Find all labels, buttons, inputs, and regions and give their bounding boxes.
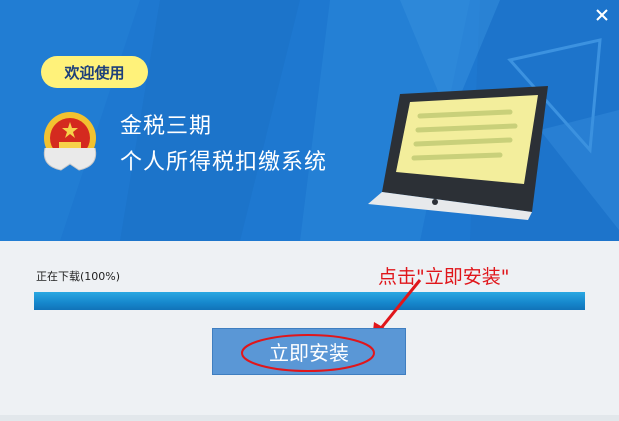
window-footer: [0, 415, 619, 421]
download-progress-bar: [34, 292, 585, 310]
progress-fill: [34, 292, 585, 310]
laptop-illustration-icon: [368, 86, 548, 220]
header-banner: 欢迎使用 金税三期 个人所得税扣缴系统: [0, 0, 619, 241]
highlight-ellipse: [241, 334, 375, 372]
download-status: 正在下载(100%): [36, 270, 121, 283]
welcome-badge: 欢迎使用: [41, 56, 148, 88]
product-title-line1: 金税三期: [120, 114, 213, 139]
close-icon: [596, 9, 608, 21]
national-emblem-icon: [43, 112, 97, 171]
product-title-line2: 个人所得税扣缴系统: [120, 150, 328, 175]
close-button[interactable]: [593, 6, 611, 24]
